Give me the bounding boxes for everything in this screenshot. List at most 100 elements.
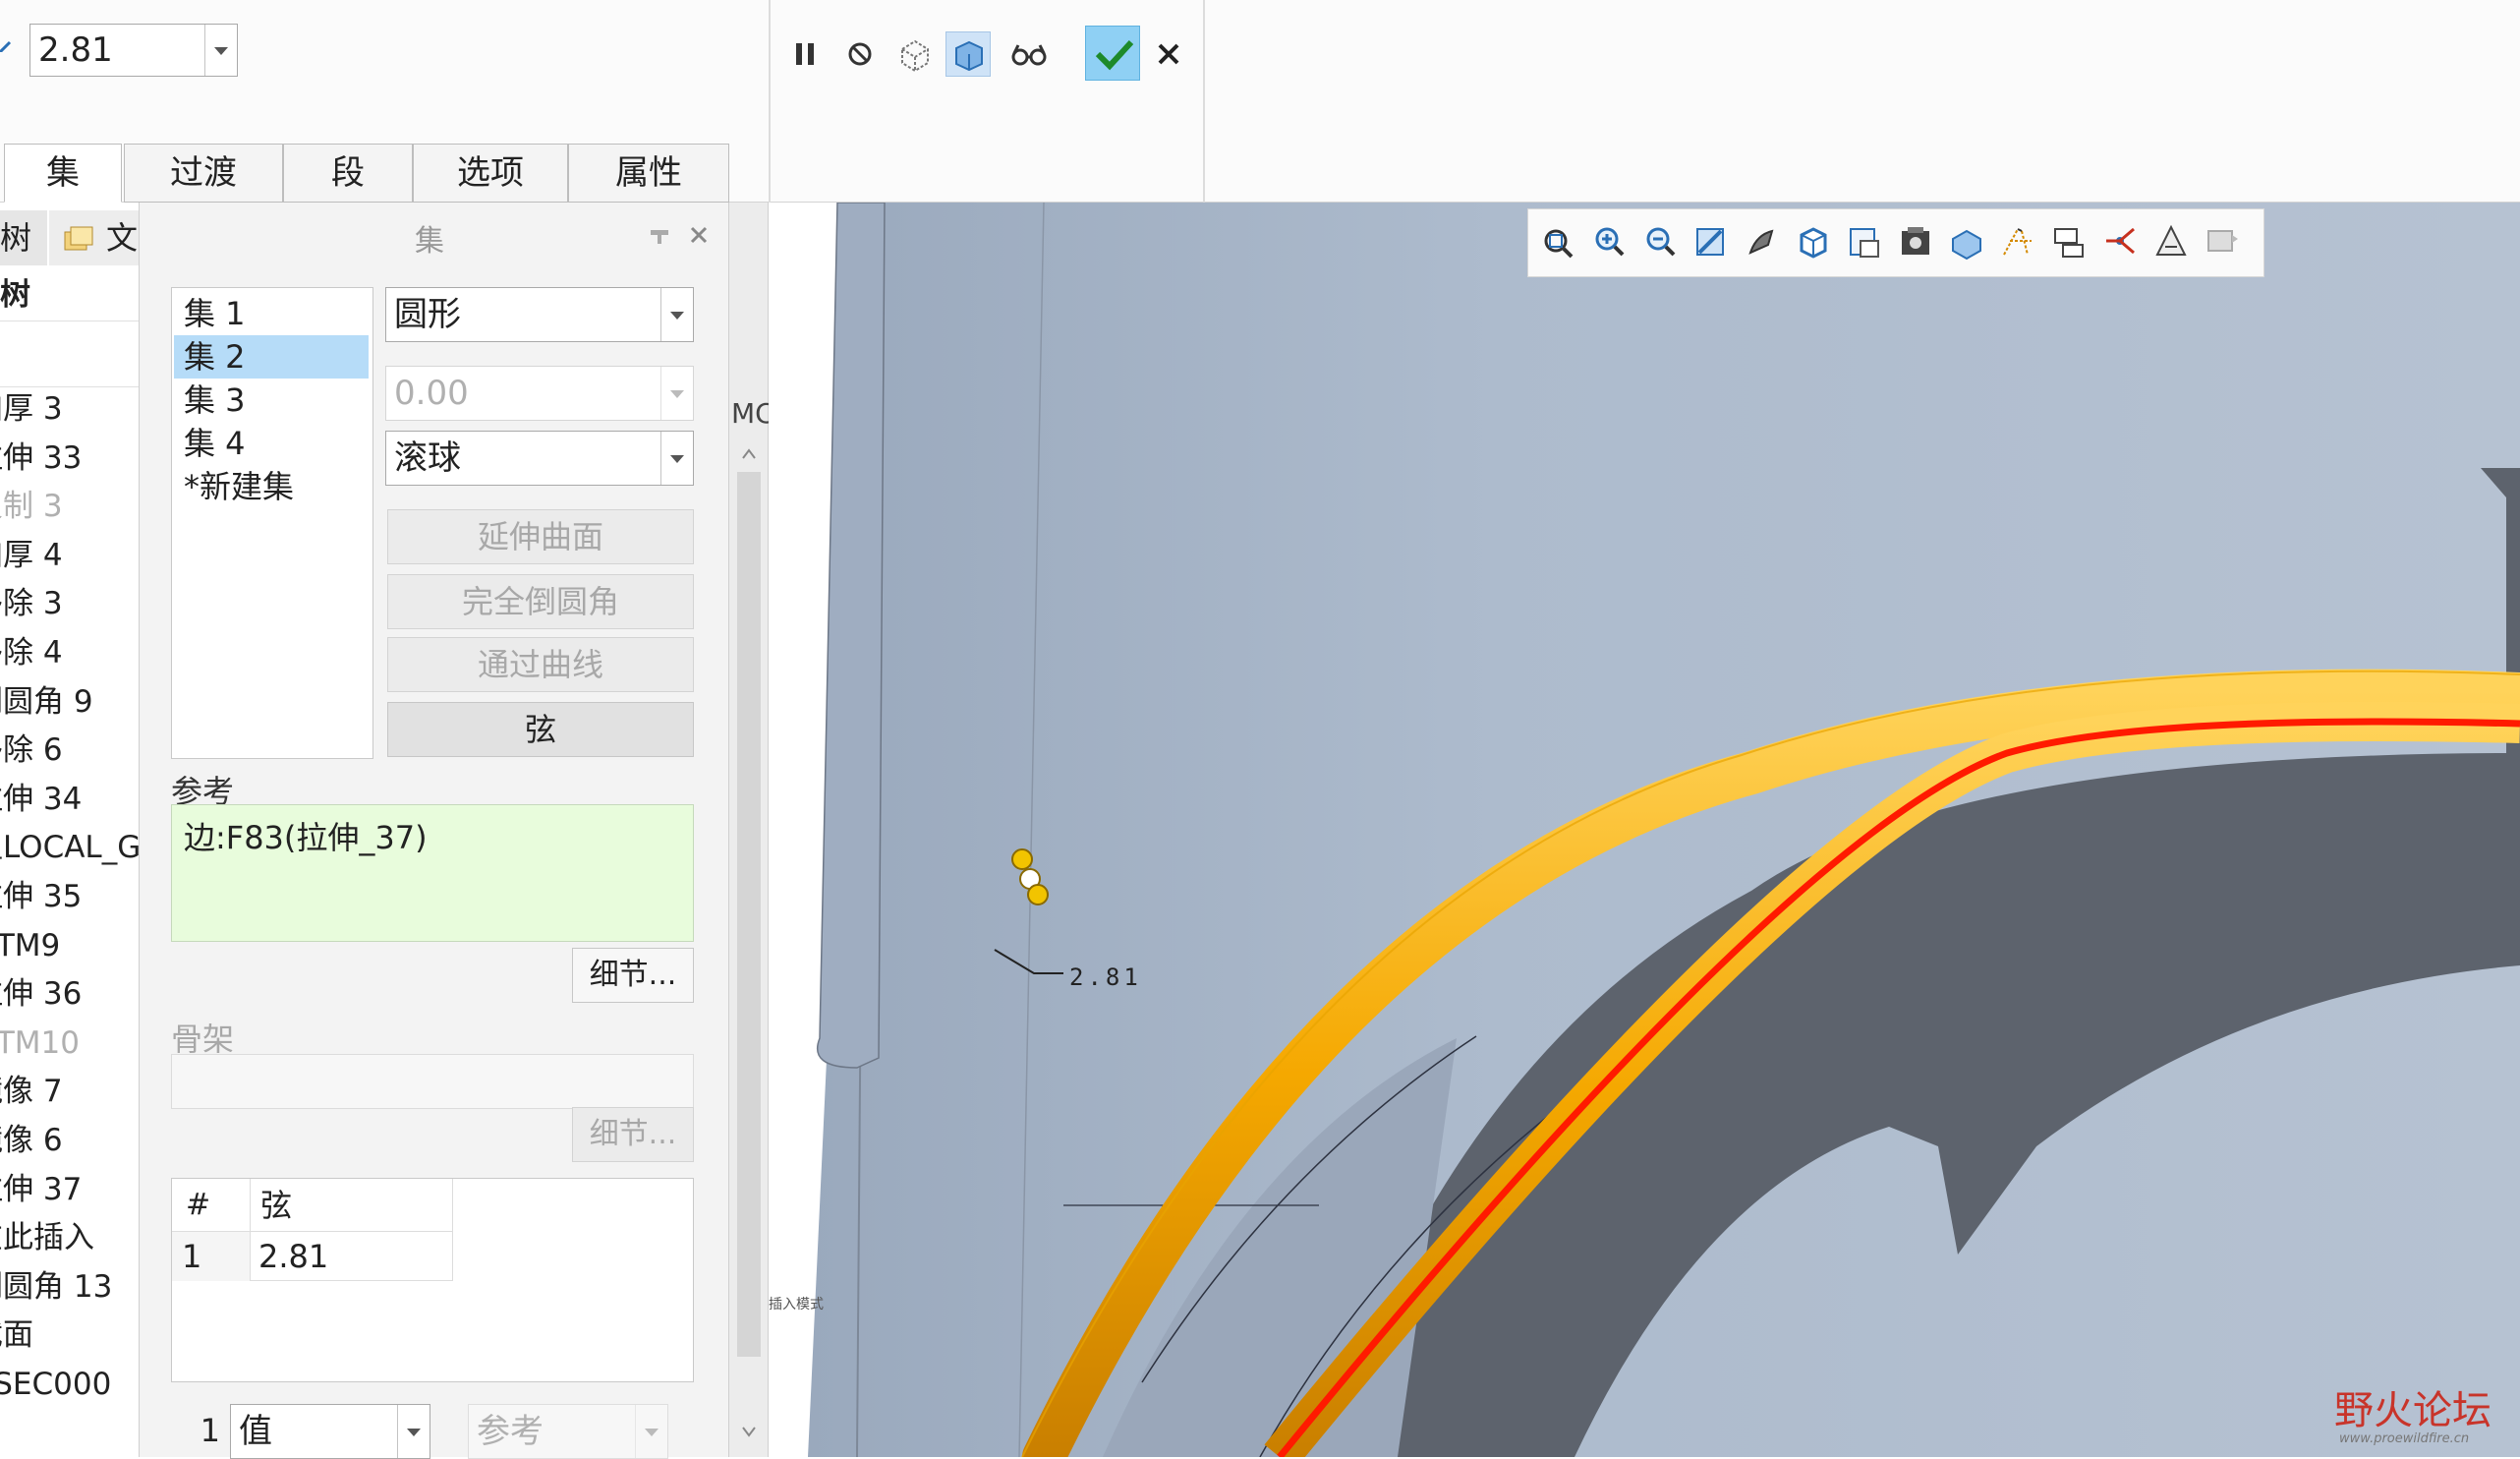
- dimension-label: 2.81: [1069, 963, 1142, 991]
- through-curve-button[interactable]: 通过曲线: [387, 637, 694, 692]
- reference-details-button[interactable]: 细节...: [572, 948, 694, 1003]
- chord-value-combo[interactable]: 2.81: [29, 24, 238, 77]
- tab-properties[interactable]: 属性: [568, 144, 729, 203]
- tab-pieces[interactable]: 段: [283, 144, 413, 203]
- scroll-down-icon[interactable]: [739, 1422, 759, 1441]
- appearance-icon[interactable]: [1896, 221, 1935, 264]
- value-mode-combo[interactable]: 值: [230, 1404, 430, 1459]
- folder-tab-label: 文: [106, 219, 139, 257]
- tree-item[interactable]: 在此插入: [0, 1214, 94, 1261]
- tree-item[interactable]: XSEC000: [0, 1361, 111, 1408]
- cancel-icon[interactable]: [1146, 31, 1191, 77]
- tree-item[interactable]: 移除 3: [0, 580, 63, 627]
- chevron-down-icon[interactable]: [635, 1405, 667, 1458]
- shape-combo[interactable]: 圆形: [385, 287, 694, 342]
- chevron-down-icon[interactable]: [204, 25, 237, 76]
- set-list-item[interactable]: 集 2: [174, 335, 369, 379]
- view-manager-icon[interactable]: [1845, 221, 1884, 264]
- tree-item[interactable]: 拉伸 33: [0, 435, 82, 482]
- graphics-viewport[interactable]: 2.81 插入模式 野火论坛 www.proewildfire.cn: [769, 203, 2520, 1457]
- tree-item[interactable]: 移除 6: [0, 727, 63, 774]
- set-list-item[interactable]: *新建集: [174, 465, 369, 508]
- tree-item[interactable]: 移除 4: [0, 629, 63, 676]
- chevron-down-icon[interactable]: [397, 1405, 430, 1458]
- folder-browser-tab[interactable]: 文: [49, 210, 139, 265]
- chord-value[interactable]: 2.81: [38, 25, 113, 76]
- method-combo[interactable]: 滚球: [385, 431, 694, 486]
- chevron-down-icon[interactable]: [660, 288, 693, 341]
- zoom-in-icon[interactable]: [1589, 221, 1629, 264]
- tree-item[interactable]: 倒圆角 13: [0, 1263, 112, 1311]
- spine-details-button[interactable]: 细节...: [572, 1107, 694, 1162]
- tree-item[interactable]: 拉伸 34: [0, 776, 82, 823]
- perspective-icon[interactable]: [1947, 221, 1986, 264]
- spin-center-icon[interactable]: [2100, 221, 2140, 264]
- annotation-display-icon[interactable]: [2049, 221, 2089, 264]
- extend-surfaces-button[interactable]: 延伸曲面: [387, 509, 694, 564]
- datum-display-icon[interactable]: [1998, 221, 2037, 264]
- set-list-item[interactable]: 集 3: [174, 379, 369, 422]
- hidden-line-icon[interactable]: [2203, 221, 2242, 264]
- saved-orientations-icon[interactable]: [1794, 221, 1833, 264]
- close-icon[interactable]: [686, 222, 712, 248]
- radius-combo[interactable]: 0.00: [385, 366, 694, 421]
- verify-glasses-icon[interactable]: [1006, 31, 1052, 77]
- value-mode[interactable]: 值: [239, 1405, 272, 1458]
- tree-item[interactable]: 拉伸 36: [0, 970, 82, 1018]
- shape-value[interactable]: 圆形: [394, 288, 461, 341]
- set-list-item[interactable]: 集 4: [174, 422, 369, 465]
- no-preview-icon[interactable]: [837, 31, 883, 77]
- divider: [1203, 0, 1205, 203]
- full-round-button[interactable]: 完全倒圆角: [387, 574, 694, 629]
- refit-icon[interactable]: [1538, 221, 1577, 264]
- tree-item[interactable]: 拉伸 35: [0, 873, 82, 920]
- display-style-icon[interactable]: [1743, 221, 1782, 264]
- chord-arrow-icon: [0, 37, 12, 54]
- chord-button[interactable]: 弦: [387, 702, 694, 757]
- model-render[interactable]: 2.81: [769, 203, 2520, 1457]
- tree-item[interactable]: 组LOCAL_GI: [0, 824, 139, 871]
- reference-mode[interactable]: 参考: [477, 1405, 544, 1458]
- ok-check-icon[interactable]: [1085, 26, 1140, 81]
- tab-sets[interactable]: 集: [4, 144, 122, 203]
- tree-item[interactable]: 加厚 3: [0, 385, 63, 433]
- zoom-out-icon[interactable]: [1640, 221, 1680, 264]
- reference-collector[interactable]: 边:F83(拉伸_37): [171, 804, 694, 942]
- repaint-icon[interactable]: [1691, 221, 1731, 264]
- divider: [769, 0, 771, 203]
- attachment-preview-icon[interactable]: [945, 31, 991, 77]
- chevron-down-icon[interactable]: [660, 367, 693, 420]
- watermark-url: www.proewildfire.cn: [2339, 1431, 2470, 1446]
- spine-collector[interactable]: [171, 1054, 694, 1109]
- scroll-up-icon[interactable]: [739, 444, 759, 464]
- tree-item[interactable]: 镜像 6: [0, 1117, 63, 1164]
- tree-item[interactable]: 加厚 4: [0, 532, 63, 579]
- tree-item[interactable]: DTM9: [0, 922, 60, 969]
- insert-mode-text: 插入模式: [769, 1297, 824, 1313]
- table-row-chord-value[interactable]: 2.81: [251, 1232, 453, 1281]
- tree-item[interactable]: 拉伸 37: [0, 1166, 82, 1213]
- reference-mode-combo[interactable]: 参考: [468, 1404, 668, 1459]
- panel-scroll-strip[interactable]: MC: [729, 203, 769, 1457]
- tree-tab[interactable]: 树: [0, 210, 47, 265]
- set-list-item[interactable]: 集 1: [174, 292, 369, 335]
- simulation-icon[interactable]: [2151, 221, 2191, 264]
- tab-transitions[interactable]: 过渡: [124, 144, 283, 203]
- radius-value[interactable]: 0.00: [394, 367, 469, 420]
- sets-panel: 集 集 1集 2集 3集 4 *新建集 圆形 0.00 滚球 延伸曲面 完全倒圆角…: [140, 203, 729, 1459]
- method-value[interactable]: 滚球: [394, 432, 461, 485]
- tree-item[interactable]: 倒圆角 9: [0, 678, 93, 726]
- tree-item[interactable]: DTM10: [0, 1020, 80, 1067]
- tree-item[interactable]: 复制 3: [0, 483, 63, 530]
- tree-item[interactable]: 截面: [0, 1312, 33, 1359]
- tab-options[interactable]: 选项: [413, 144, 568, 203]
- chevron-down-icon[interactable]: [660, 432, 693, 485]
- tree-item[interactable]: 镜像 7: [0, 1068, 63, 1115]
- drag-handle: [1011, 848, 1033, 870]
- row-index-field[interactable]: 1: [171, 1404, 226, 1459]
- pause-icon[interactable]: [782, 31, 828, 77]
- pin-icon[interactable]: [647, 224, 672, 248]
- geometry-preview-icon[interactable]: [892, 31, 938, 77]
- scrollbar-thumb[interactable]: [737, 472, 761, 1357]
- model-tree: 树 文 树 加厚 3拉伸 33复制 3加厚 4移除 3移除 4倒圆角 9移除 6…: [0, 203, 140, 1457]
